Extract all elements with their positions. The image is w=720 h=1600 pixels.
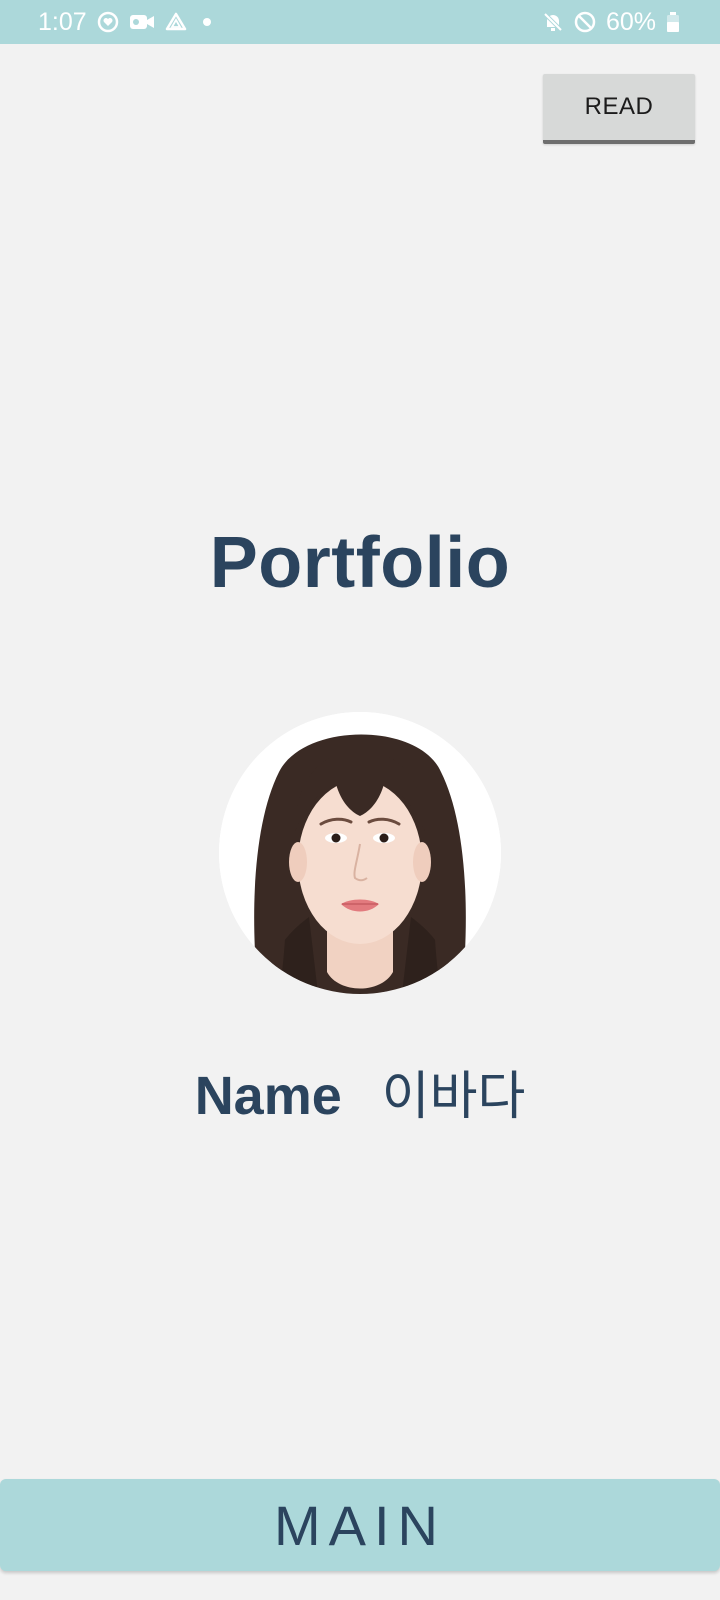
battery-percentage: 60%	[605, 7, 656, 36]
status-time: 1:07	[38, 7, 87, 36]
page-title: Portfolio	[209, 523, 511, 603]
read-button[interactable]: READ	[543, 74, 695, 144]
video-camera-icon	[129, 12, 155, 32]
mute-icon	[542, 11, 564, 33]
avatar	[219, 712, 501, 994]
status-bar-left: 1:07	[38, 8, 217, 37]
drive-icon	[165, 12, 187, 32]
battery-icon	[666, 11, 680, 33]
main-button[interactable]: MAIN	[0, 1479, 720, 1571]
do-not-disturb-icon	[574, 11, 596, 33]
name-label: Name	[194, 1066, 342, 1126]
name-row: Name 이바다	[0, 1054, 720, 1129]
status-bar-right: 60%	[542, 8, 680, 37]
name-value: 이바다	[381, 1067, 526, 1127]
dot-icon	[197, 12, 217, 32]
status-bar: 1:07 60%	[0, 0, 720, 44]
heart-notification-icon	[97, 11, 119, 33]
